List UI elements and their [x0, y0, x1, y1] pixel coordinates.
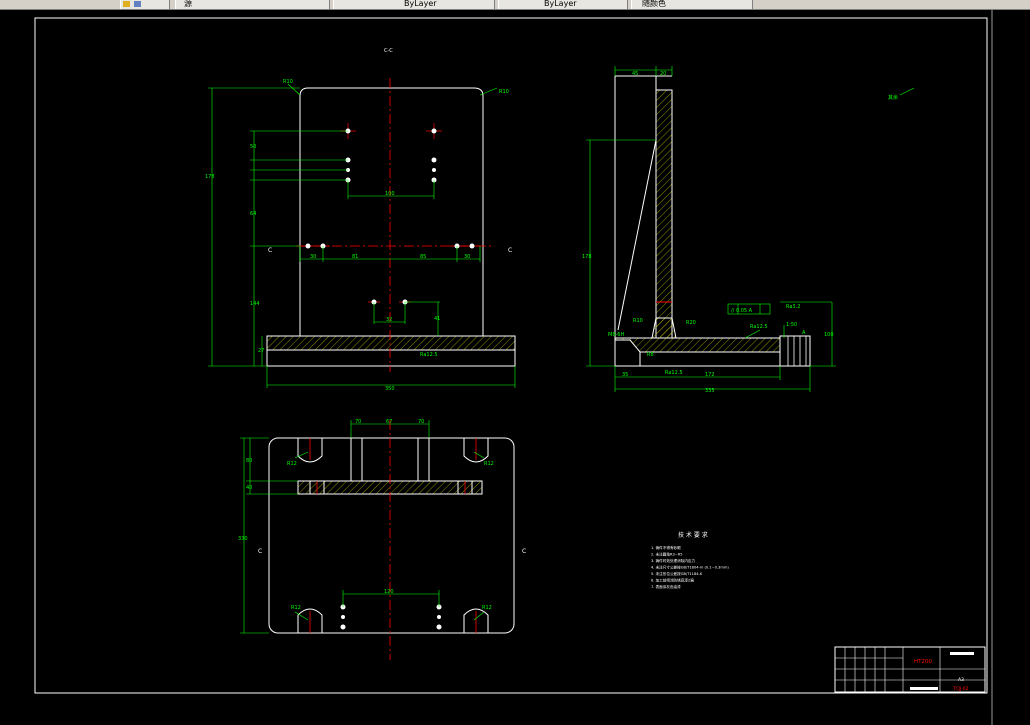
drawing-canvas[interactable]: C-C R10 R10 178 50 64 144 27 100 30 81 8…	[0, 10, 1030, 725]
roughness-2: Ra12.5	[750, 324, 768, 330]
scale-note: 1:50	[786, 322, 797, 328]
section-c-right: C	[508, 247, 512, 254]
dim-64: 64	[250, 211, 256, 217]
plan-dim-330: 330	[238, 536, 248, 542]
tech-title: 技 术 要 求	[678, 531, 708, 539]
lineweight-dropdown[interactable]: 随颜色	[631, 0, 753, 9]
datum-a: A	[802, 330, 806, 336]
dim-30a: 30	[310, 254, 316, 260]
tech-note-line: 4. 未注尺寸公差按GB/T1804-m (0.1~0.3mm)	[651, 565, 729, 570]
plan-dim-40: 40	[246, 485, 252, 491]
plan-dim-67: 67	[386, 419, 392, 425]
dim-27: 27	[258, 348, 264, 354]
front-view: C-C R10 R10 178 50 64 144 27 100 30 81 8…	[205, 48, 516, 392]
dim-r10-right: R10	[499, 89, 509, 95]
overall-roughness: 其余	[888, 94, 898, 101]
color-dropdown-value: ByLayer	[404, 0, 437, 8]
side-r20: R20	[686, 320, 696, 326]
side-dim-178: 178	[582, 254, 592, 260]
section-c-left: C	[268, 247, 272, 254]
dim-30b: 30	[464, 254, 470, 260]
roughness-3: Ra12.5	[665, 370, 683, 376]
title-code: TCJJ-02	[952, 686, 969, 692]
dim-85: 85	[420, 254, 426, 260]
plan-dim-80: 80	[246, 458, 252, 464]
roughness-4: Ra3.2	[786, 304, 800, 310]
tech-note-line: 6. 加工前喷涂防锈底漆2遍	[651, 578, 694, 583]
plan-view: 70 67 70 R12 R12 R12 R12 330 120 80 40 C…	[238, 419, 526, 660]
linetype-dropdown-value: ByLayer	[544, 0, 577, 8]
side-dim-172: 172	[705, 372, 715, 378]
side-m: M8-6H	[608, 332, 624, 338]
side-dim-100: 100	[824, 332, 834, 338]
tech-note-line: 3. 铸件时效处理消除内应力	[651, 558, 696, 563]
layer-dropdown-value: 源	[184, 0, 192, 8]
dim-350: 350	[385, 386, 395, 392]
tech-note-line: 2. 未注圆角R3~R5	[651, 552, 683, 557]
tech-note-line: 5. 未注形位公差按GB/T1184-K	[651, 571, 703, 576]
plan-r12a: R12	[287, 461, 297, 467]
dim-100: 100	[385, 191, 395, 197]
plan-r12b: R12	[484, 461, 494, 467]
roughness-1: Ra12.5	[420, 352, 438, 358]
dim-144: 144	[250, 301, 260, 307]
toolbar: 源 ByLayer ByLayer 随颜色	[0, 0, 1030, 10]
tech-note-line: 1. 铸件不得有砂眼	[651, 545, 681, 550]
dim-r10-left: R10	[283, 79, 293, 85]
plan-r12d: R12	[482, 605, 492, 611]
view-marker: C-C	[384, 48, 393, 54]
side-dim-45: 45	[632, 71, 638, 77]
dim-32: 32	[386, 317, 392, 323]
side-dim-335: 335	[705, 388, 715, 394]
layer-dropdown[interactable]: 源	[175, 0, 330, 9]
side-dim-20: 20	[660, 71, 666, 77]
plan-section-c-left: C	[258, 548, 262, 555]
linetype-dropdown[interactable]: ByLayer	[498, 0, 628, 9]
plan-dim-120: 120	[384, 589, 394, 595]
title-part: HT200	[914, 659, 932, 665]
tolerance-box: // 0.05 A	[731, 308, 753, 314]
tech-note-line: 7. 表面涂灰色油漆	[651, 584, 681, 589]
title-sheet: A3	[958, 677, 964, 683]
technical-requirements: 技 术 要 求 1. 铸件不得有砂眼 2. 未注圆角R3~R53. 铸件时效处理消…	[651, 531, 729, 589]
plan-dim-70: 70	[355, 419, 361, 425]
dim-41: 41	[434, 316, 440, 322]
side-dim-35: 35	[622, 372, 628, 378]
layer-state-icon	[123, 1, 141, 7]
layer-icons[interactable]	[120, 0, 170, 9]
dim-50: 50	[250, 144, 256, 150]
color-dropdown[interactable]: ByLayer	[333, 0, 495, 9]
plan-r12c: R12	[291, 605, 301, 611]
dim-178: 178	[205, 174, 215, 180]
plan-section-c-right: C	[522, 548, 526, 555]
side-view: 45 20 178 335 172 35 R10 R20 R8 // 0.05 …	[582, 66, 915, 394]
title-block: HT200 A3 TCJJ-02	[834, 646, 986, 693]
dim-81: 81	[352, 254, 358, 260]
side-r8: R8	[647, 352, 654, 358]
lineweight-dropdown-value: 随颜色	[642, 0, 666, 8]
plan-dim-70b: 70	[418, 419, 424, 425]
side-r10: R10	[633, 318, 643, 324]
